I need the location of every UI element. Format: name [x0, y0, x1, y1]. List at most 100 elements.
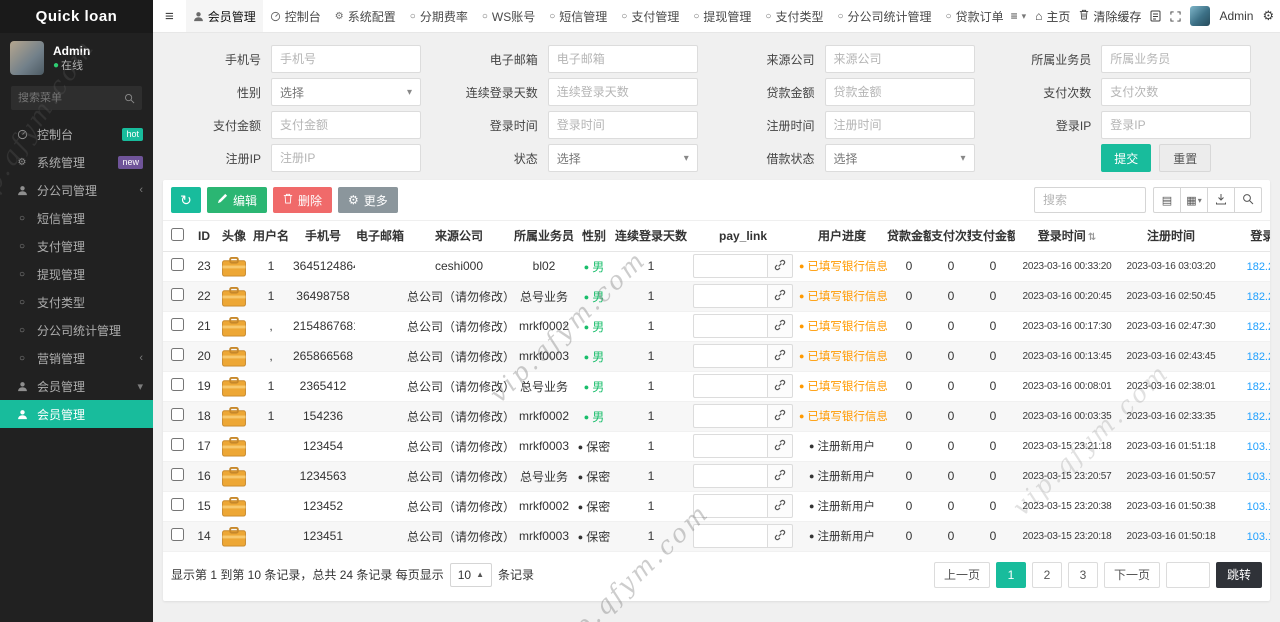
refresh-button[interactable]: ↻ — [171, 187, 201, 213]
pay-link-input[interactable] — [693, 434, 768, 458]
row-checkbox[interactable] — [170, 438, 184, 451]
next-page-button[interactable]: 下一页 — [1103, 561, 1160, 588]
sidebar-item-console[interactable]: 控制台 hot — [0, 120, 153, 148]
ip-link[interactable]: 182.239. — [1247, 381, 1270, 393]
sidebar-item-sms[interactable]: ○ 短信管理 — [0, 204, 153, 232]
pay-link-button[interactable] — [768, 314, 793, 338]
tab-pay-type[interactable]: ○ 支付类型 — [758, 0, 830, 32]
sidebar-search-input[interactable] — [18, 92, 124, 104]
avatar-image[interactable] — [221, 286, 247, 307]
avatar-image[interactable] — [221, 526, 247, 547]
pay-link-input[interactable] — [693, 464, 768, 488]
phone-input[interactable] — [271, 45, 421, 73]
pay-link-button[interactable] — [768, 404, 793, 428]
pay-link-input[interactable] — [693, 494, 768, 518]
avatar-image[interactable] — [221, 436, 247, 457]
tab-withdraw[interactable]: ○ 提现管理 — [686, 0, 758, 32]
tab-list-dropdown[interactable]: ≡ ▾ — [1011, 9, 1027, 23]
more-button[interactable]: ⚙ 更多 — [338, 187, 398, 213]
avatar-image[interactable] — [221, 256, 247, 277]
reg-ip-input[interactable] — [271, 144, 421, 172]
login-days-input[interactable] — [547, 78, 698, 106]
row-checkbox[interactable] — [170, 498, 184, 511]
page-button-3[interactable]: 3 — [1067, 561, 1098, 588]
ip-link[interactable]: 103.187. — [1247, 531, 1270, 543]
avatar-image[interactable] — [221, 376, 247, 397]
avatar-image[interactable] — [221, 496, 247, 517]
tab-installment-rate[interactable]: ○ 分期费率 — [403, 0, 475, 32]
clear-cache-button[interactable]: 清除缓存 — [1079, 8, 1141, 25]
ip-link[interactable]: 182.239. — [1247, 351, 1270, 363]
sidebar-item-member[interactable]: 会员管理 ▾ — [0, 372, 153, 400]
pay-link-input[interactable] — [693, 404, 768, 428]
list-view-button[interactable]: ▤ — [1153, 187, 1181, 213]
sidebar-item-pay-type[interactable]: ○ 支付类型 — [0, 288, 153, 316]
page-button-1[interactable]: 1 — [995, 561, 1026, 588]
pay-link-input[interactable] — [693, 374, 768, 398]
delete-button[interactable]: 删除 — [273, 187, 333, 213]
row-checkbox[interactable] — [170, 348, 184, 361]
pay-link-button[interactable] — [768, 464, 793, 488]
sidebar-item-payment[interactable]: ○ 支付管理 — [0, 232, 153, 260]
login-ip-input[interactable] — [1101, 111, 1252, 139]
sort-icon[interactable]: ⇅ — [1088, 232, 1096, 243]
ip-link[interactable]: 103.187. — [1247, 441, 1270, 453]
pay-link-button[interactable] — [768, 524, 793, 548]
avatar-image[interactable] — [221, 316, 247, 337]
pay-link-input[interactable] — [693, 344, 768, 368]
sidebar-item-member-list[interactable]: 会员管理 — [0, 400, 153, 428]
sidebar-item-branch[interactable]: 分公司管理 ‹ — [0, 176, 153, 204]
row-checkbox[interactable] — [170, 528, 184, 541]
export-button[interactable] — [1207, 187, 1235, 213]
menu-toggle-icon[interactable]: ≡ — [153, 8, 186, 25]
jump-button[interactable]: 跳转 — [1215, 561, 1262, 588]
ip-link[interactable]: 182.239. — [1247, 411, 1270, 423]
edit-button[interactable]: 编辑 — [207, 187, 268, 213]
reg-time-input[interactable] — [824, 111, 975, 139]
row-checkbox[interactable] — [170, 378, 184, 391]
pay-link-input[interactable] — [693, 254, 768, 278]
sidebar-item-system[interactable]: ⚙ 系统管理 new — [0, 148, 153, 176]
tab-system-config[interactable]: ⚙ 系统配置 — [328, 0, 403, 32]
loan-amount-input[interactable] — [824, 78, 975, 106]
user-avatar[interactable] — [1190, 6, 1211, 26]
agent-input[interactable] — [1101, 45, 1252, 73]
notes-icon[interactable] — [1150, 10, 1161, 22]
pay-link-button[interactable] — [768, 374, 793, 398]
tab-sms[interactable]: ○ 短信管理 — [542, 0, 614, 32]
page-button-2[interactable]: 2 — [1031, 561, 1062, 588]
search-toggle-button[interactable] — [1234, 187, 1262, 213]
ip-link[interactable]: 182.239. — [1247, 291, 1270, 303]
login-time-input[interactable] — [547, 111, 698, 139]
loan-status-select[interactable]: 选择 ▾ — [824, 144, 975, 172]
pay-link-button[interactable] — [768, 284, 793, 308]
search-icon[interactable] — [124, 93, 135, 104]
row-checkbox[interactable] — [170, 468, 184, 481]
email-input[interactable] — [547, 45, 698, 73]
pay-link-button[interactable] — [768, 344, 793, 368]
source-company-input[interactable] — [824, 45, 975, 73]
avatar-image[interactable] — [221, 406, 247, 427]
table-search-input[interactable] — [1034, 187, 1146, 213]
pay-link-button[interactable] — [768, 494, 793, 518]
ip-link[interactable]: 103.187. — [1247, 501, 1270, 513]
ip-link[interactable]: 182.239. — [1247, 261, 1270, 273]
row-checkbox[interactable] — [170, 408, 184, 421]
sidebar-item-withdraw[interactable]: ○ 提现管理 — [0, 260, 153, 288]
pay-link-button[interactable] — [768, 434, 793, 458]
ip-link[interactable]: 103.187. — [1247, 471, 1270, 483]
gender-select[interactable]: 选择 ▾ — [271, 78, 421, 106]
columns-toggle-button[interactable]: ▦ ▾ — [1180, 187, 1208, 213]
avatar-image[interactable] — [221, 346, 247, 367]
pay-link-input[interactable] — [693, 314, 768, 338]
home-link[interactable]: ⌂ 主页 — [1035, 8, 1070, 25]
tab-member[interactable]: 会员管理 — [185, 0, 263, 32]
row-checkbox[interactable] — [170, 318, 184, 331]
pay-link-input[interactable] — [693, 524, 768, 548]
page-size-select[interactable]: 10 ▲ — [449, 562, 492, 587]
tab-console[interactable]: 控制台 — [263, 0, 328, 32]
ip-link[interactable]: 182.239. — [1247, 321, 1270, 333]
tab-loan-order[interactable]: ○ 贷款订单 — [939, 0, 1011, 32]
fullscreen-icon[interactable] — [1170, 10, 1181, 22]
pay-amount-input[interactable] — [271, 111, 421, 139]
